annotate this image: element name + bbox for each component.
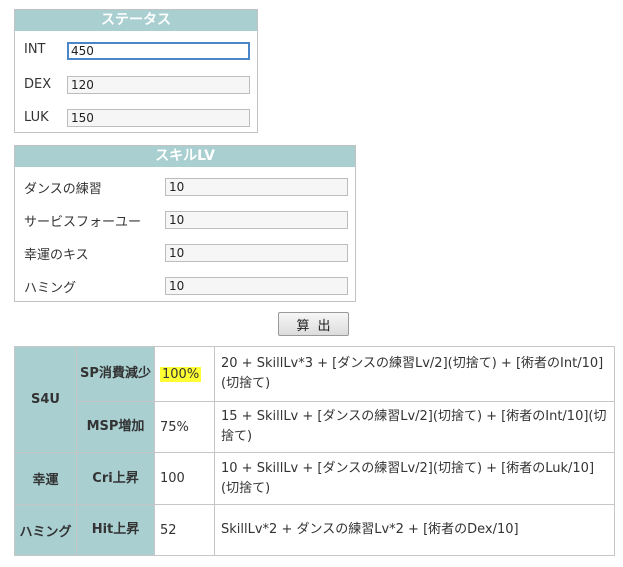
luk-input[interactable] — [67, 109, 250, 127]
cri-increase-formula: 10 + SkillLv + [ダンスの練習Lv/2](切捨て) + [術者のL… — [214, 452, 615, 505]
calculate-button[interactable]: 算出 — [278, 312, 349, 336]
results-table: S4U SP消費減少 100% 20 + SkillLv*3 + [ダンスの練習… — [14, 346, 615, 556]
service-for-you-label: サービスフォーユー — [24, 215, 142, 230]
group-humming: ハミング — [14, 504, 77, 556]
table-row: ハミング Hit上昇 52 SkillLv*2 + ダンスの練習Lv*2 + [… — [14, 504, 615, 556]
skill-panel-title: スキルLV — [15, 146, 355, 167]
group-luck: 幸運 — [14, 452, 77, 505]
status-panel: ステータス INT DEX LUK — [14, 9, 258, 133]
skill-panel: スキルLV ダンスの練習 サービスフォーユー 幸運のキス ハミング — [14, 145, 356, 302]
int-input[interactable] — [67, 42, 250, 60]
sp-reduction-value: 100% — [160, 366, 202, 382]
effect-cri-increase: Cri上昇 — [76, 452, 155, 505]
msp-increase-value: 75% — [154, 401, 215, 453]
effect-sp-reduction: SP消費減少 — [76, 346, 155, 402]
effect-hit-increase: Hit上昇 — [76, 504, 155, 556]
group-s4u: S4U — [14, 346, 77, 453]
table-row: S4U SP消費減少 100% 20 + SkillLv*3 + [ダンスの練習… — [14, 346, 615, 453]
dance-practice-label: ダンスの練習 — [24, 182, 102, 197]
dex-label: DEX — [24, 77, 52, 92]
lucky-kiss-label: 幸運のキス — [24, 248, 89, 263]
dex-input[interactable] — [67, 76, 250, 94]
effect-msp-increase: MSP増加 — [76, 401, 155, 453]
humming-input[interactable] — [165, 277, 348, 295]
table-row: 幸運 Cri上昇 100 10 + SkillLv + [ダンスの練習Lv/2]… — [14, 452, 615, 505]
hit-increase-value: 52 — [154, 504, 215, 556]
cri-increase-value: 100 — [154, 452, 215, 505]
int-label: INT — [24, 42, 46, 57]
msp-increase-formula: 15 + SkillLv + [ダンスの練習Lv/2](切捨て) + [術者のI… — [214, 401, 615, 453]
lucky-kiss-input[interactable] — [165, 244, 348, 262]
service-for-you-input[interactable] — [165, 211, 348, 229]
sp-reduction-formula: 20 + SkillLv*3 + [ダンスの練習Lv/2](切捨て) + [術者… — [214, 346, 615, 402]
status-panel-title: ステータス — [15, 10, 257, 31]
hit-increase-formula: SkillLv*2 + ダンスの練習Lv*2 + [術者のDex/10] — [214, 504, 615, 556]
table-row: MSP増加 75% 15 + SkillLv + [ダンスの練習Lv/2](切捨… — [15, 401, 615, 453]
luk-label: LUK — [24, 110, 49, 125]
humming-label: ハミング — [24, 281, 77, 296]
dance-practice-input[interactable] — [165, 178, 348, 196]
